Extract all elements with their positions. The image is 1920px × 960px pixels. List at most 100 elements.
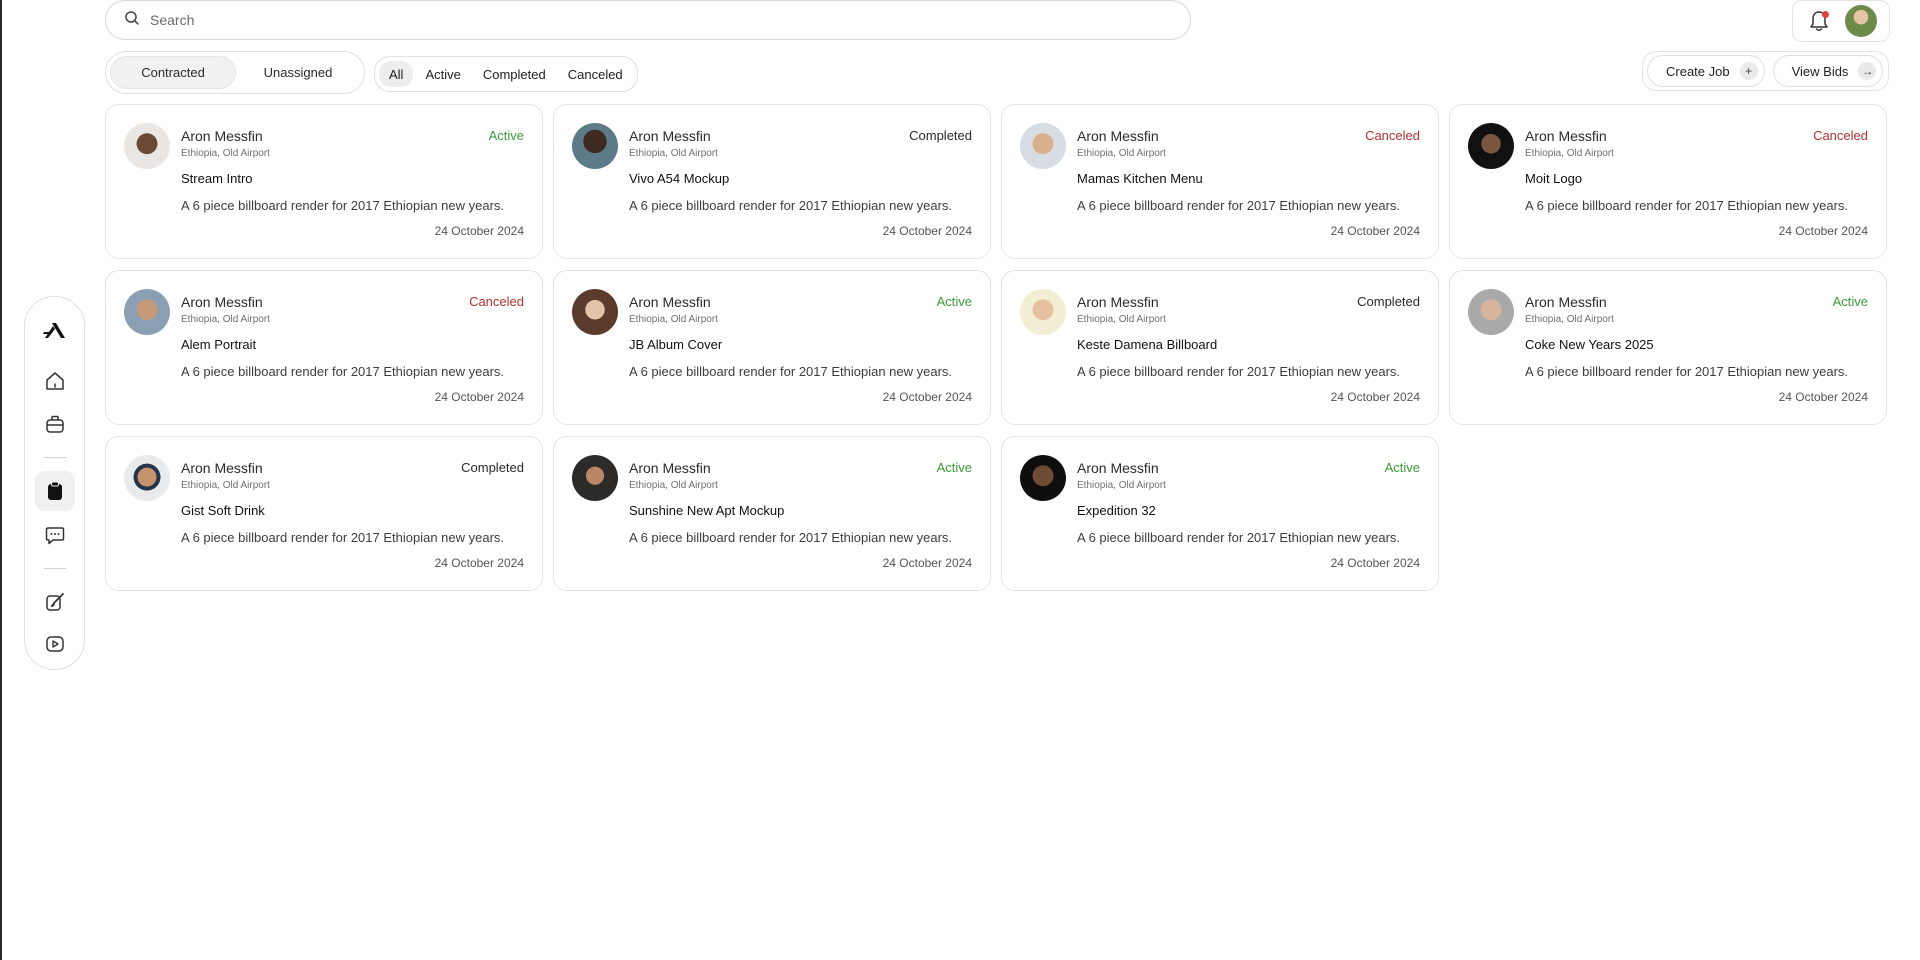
job-description: A 6 piece billboard render for 2017 Ethi… — [1525, 364, 1849, 379]
avatar — [124, 455, 170, 501]
job-date: 24 October 2024 — [434, 224, 524, 238]
avatar — [572, 455, 618, 501]
job-title: Moit Logo — [1525, 171, 1583, 186]
client-name: Aron Messfin — [1077, 460, 1159, 476]
create-job-button[interactable]: Create Job + — [1647, 55, 1765, 87]
job-title: Sunshine New Apt Mockup — [629, 503, 785, 518]
job-date: 24 October 2024 — [882, 390, 972, 404]
job-description: A 6 piece billboard render for 2017 Ethi… — [181, 198, 505, 213]
client-name: Aron Messfin — [181, 460, 263, 476]
job-description: A 6 piece billboard render for 2017 Ethi… — [1077, 198, 1401, 213]
action-buttons: Create Job + View Bids → — [1642, 51, 1889, 91]
job-title: Alem Portrait — [181, 337, 257, 352]
status-badge: Completed — [909, 128, 972, 143]
briefcase-icon[interactable] — [35, 404, 75, 444]
job-card[interactable]: Aron Messfin Ethiopia, Old Airport Vivo A5… — [553, 104, 991, 259]
filter-active[interactable]: Active — [415, 61, 470, 87]
job-title: JB Album Cover — [629, 337, 723, 352]
job-card[interactable]: Aron Messfin Ethiopia, Old Airport Alem Po… — [105, 270, 543, 425]
tab-unassigned[interactable]: Unassigned — [236, 56, 360, 89]
client-location: Ethiopia, Old Airport — [1077, 314, 1166, 325]
job-description: A 6 piece billboard render for 2017 Ethi… — [181, 364, 505, 379]
job-card[interactable]: Aron Messfin Ethiopia, Old Airport Sunshin… — [553, 436, 991, 591]
notification-bell-icon[interactable] — [1806, 8, 1832, 34]
filter-canceled[interactable]: Canceled — [558, 61, 633, 87]
job-description: A 6 piece billboard render for 2017 Ethi… — [629, 364, 953, 379]
job-date: 24 October 2024 — [1330, 224, 1420, 238]
job-description: A 6 piece billboard render for 2017 Ethi… — [1077, 364, 1401, 379]
job-card[interactable]: Aron Messfin Ethiopia, Old Airport Expedit… — [1001, 436, 1439, 591]
client-location: Ethiopia, Old Airport — [1525, 148, 1614, 159]
avatar — [572, 123, 618, 169]
chat-icon[interactable] — [35, 515, 75, 555]
job-title: Coke New Years 2025 — [1525, 337, 1654, 352]
client-location: Ethiopia, Old Airport — [629, 148, 718, 159]
job-description: A 6 piece billboard render for 2017 Ethi… — [629, 530, 953, 545]
brush-icon[interactable] — [35, 582, 75, 622]
client-name: Aron Messfin — [1525, 294, 1607, 310]
clipboard-icon[interactable] — [34, 471, 75, 511]
job-title: Vivo A54 Mockup — [629, 171, 730, 186]
status-badge: Completed — [1357, 294, 1420, 309]
client-location: Ethiopia, Old Airport — [629, 480, 718, 491]
job-date: 24 October 2024 — [882, 556, 972, 570]
filter-completed[interactable]: Completed — [473, 61, 556, 87]
job-date: 24 October 2024 — [882, 224, 972, 238]
job-date: 24 October 2024 — [1778, 224, 1868, 238]
client-location: Ethiopia, Old Airport — [629, 314, 718, 325]
view-bids-button[interactable]: View Bids → — [1772, 55, 1884, 87]
job-card[interactable]: Aron Messfin Ethiopia, Old Airport JB Albu… — [553, 270, 991, 425]
client-name: Aron Messfin — [1077, 128, 1159, 144]
tab-contracted[interactable]: Contracted — [110, 56, 236, 89]
status-badge: Completed — [461, 460, 524, 475]
job-card[interactable]: Aron Messfin Ethiopia, Old Airport Gist So… — [105, 436, 543, 591]
assignment-toggle: Contracted Unassigned — [105, 51, 365, 94]
client-name: Aron Messfin — [629, 128, 711, 144]
avatar — [1468, 289, 1514, 335]
status-badge: Canceled — [469, 294, 524, 309]
job-card[interactable]: Aron Messfin Ethiopia, Old Airport Mamas K… — [1001, 104, 1439, 259]
search-bar[interactable] — [105, 0, 1191, 40]
search-input[interactable] — [150, 12, 1110, 28]
avatar — [1468, 123, 1514, 169]
video-play-icon[interactable] — [35, 624, 75, 664]
search-icon — [124, 10, 140, 31]
home-icon[interactable] — [35, 361, 75, 401]
notification-dot — [1821, 11, 1829, 18]
job-date: 24 October 2024 — [1778, 390, 1868, 404]
job-card[interactable]: Aron Messfin Ethiopia, Old Airport Coke Ne… — [1449, 270, 1887, 425]
client-location: Ethiopia, Old Airport — [1525, 314, 1614, 325]
job-title: Stream Intro — [181, 171, 253, 186]
client-location: Ethiopia, Old Airport — [181, 314, 270, 325]
client-name: Aron Messfin — [1525, 128, 1607, 144]
user-controls — [1792, 0, 1890, 42]
client-location: Ethiopia, Old Airport — [1077, 480, 1166, 491]
status-badge: Canceled — [1813, 128, 1868, 143]
sidebar — [24, 296, 85, 670]
avatar — [124, 123, 170, 169]
job-description: A 6 piece billboard render for 2017 Ethi… — [1525, 198, 1849, 213]
job-card[interactable]: Aron Messfin Ethiopia, Old Airport Moit Lo… — [1449, 104, 1887, 259]
job-date: 24 October 2024 — [1330, 390, 1420, 404]
avatar — [1020, 289, 1066, 335]
filter-all[interactable]: All — [379, 61, 414, 87]
job-description: A 6 piece billboard render for 2017 Ethi… — [1077, 530, 1401, 545]
job-card[interactable]: Aron Messfin Ethiopia, Old Airport Keste D… — [1001, 270, 1439, 425]
plus-icon: + — [1739, 62, 1758, 80]
client-name: Aron Messfin — [181, 128, 263, 144]
client-location: Ethiopia, Old Airport — [181, 480, 270, 491]
sidebar-divider — [43, 568, 66, 569]
status-badge: Active — [936, 460, 972, 475]
job-title: Gist Soft Drink — [181, 503, 265, 518]
arrow-right-icon: → — [1858, 62, 1877, 80]
avatar — [1020, 455, 1066, 501]
status-badge: Active — [1384, 460, 1420, 475]
user-avatar[interactable] — [1844, 5, 1877, 37]
brand-logo-icon[interactable] — [35, 311, 75, 351]
job-title: Expedition 32 — [1077, 503, 1156, 518]
job-description: A 6 piece billboard render for 2017 Ethi… — [181, 530, 505, 545]
status-badge: Canceled — [1365, 128, 1420, 143]
job-card[interactable]: Aron Messfin Ethiopia, Old Airport Stream … — [105, 104, 543, 259]
create-job-label: Create Job — [1666, 63, 1730, 79]
client-name: Aron Messfin — [181, 294, 263, 310]
